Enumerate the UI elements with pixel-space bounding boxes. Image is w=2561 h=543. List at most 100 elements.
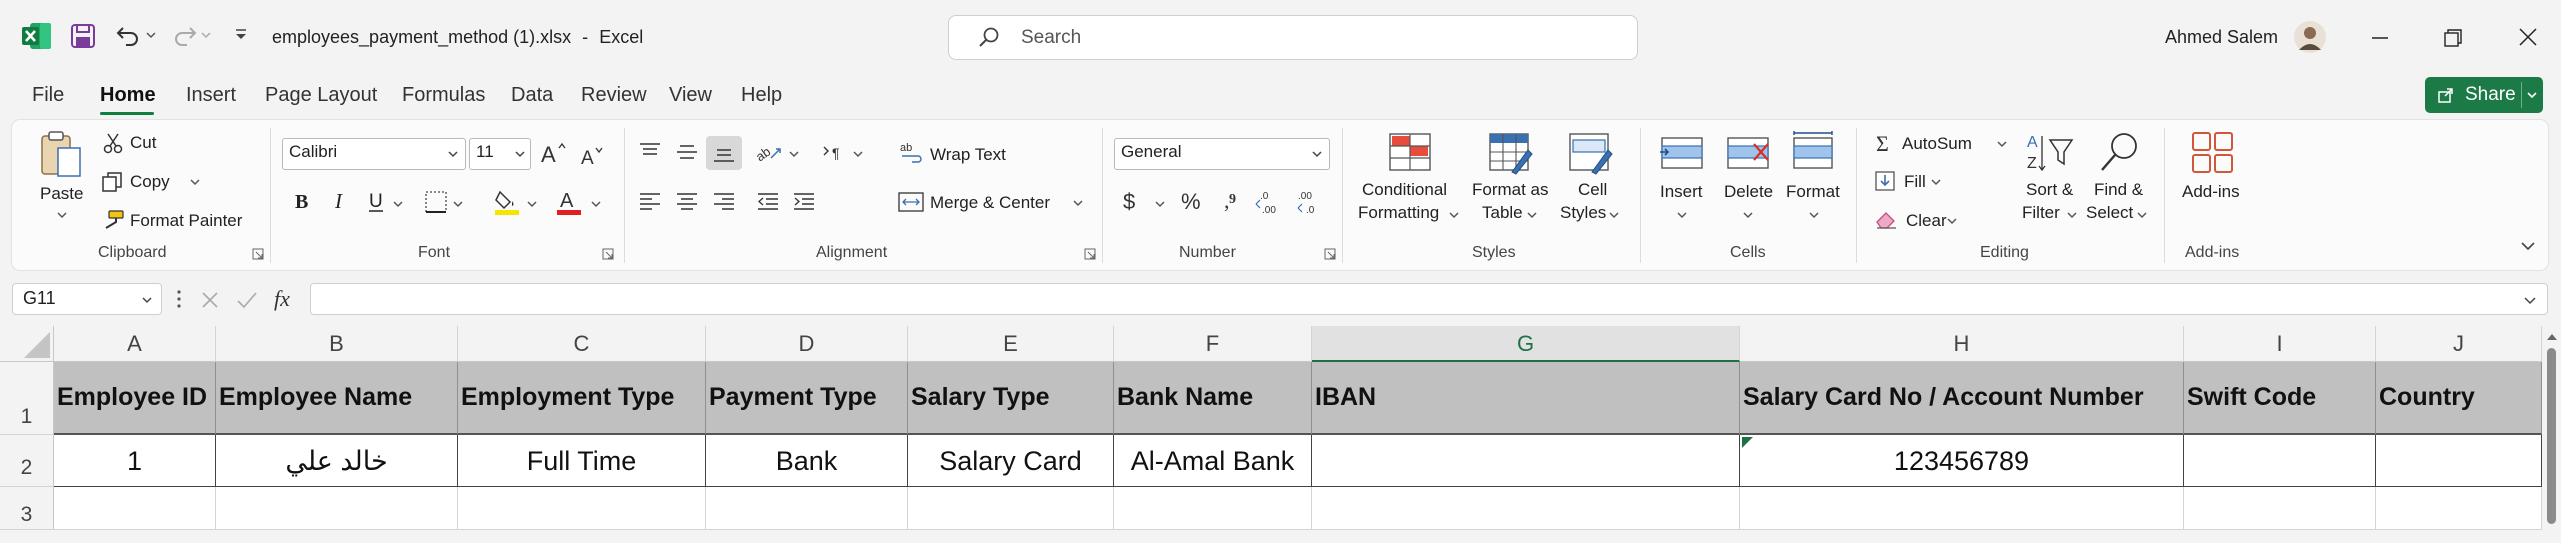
font-size-combo[interactable]: 11 <box>469 138 531 170</box>
format-painter-label[interactable]: Format Painter <box>130 211 242 231</box>
align-left-icon[interactable] <box>638 190 662 214</box>
cell-j1[interactable]: Country <box>2376 362 2542 435</box>
cell-i2[interactable] <box>2184 435 2376 487</box>
avatar[interactable] <box>2293 20 2327 54</box>
italic-icon[interactable]: I <box>330 190 350 212</box>
cell-c2[interactable]: Full Time <box>458 435 706 487</box>
align-right-icon[interactable] <box>712 190 736 214</box>
insert-cells-label[interactable]: Insert <box>1660 182 1703 202</box>
autosum-dropdown-icon[interactable] <box>1996 139 2008 149</box>
restore-icon[interactable] <box>2443 28 2463 48</box>
cell-f1[interactable]: Bank Name <box>1114 362 1312 435</box>
conditional-formatting-label-1[interactable]: Conditional <box>1362 180 1447 200</box>
clear-label[interactable]: Clear <box>1906 211 1947 231</box>
cell-c3[interactable] <box>458 487 706 530</box>
cell-i1[interactable]: Swift Code <box>2184 362 2376 435</box>
cell-a3[interactable] <box>54 487 216 530</box>
paste-label[interactable]: Paste <box>40 184 83 204</box>
cell-d1[interactable]: Payment Type <box>706 362 908 435</box>
align-center-icon[interactable] <box>675 190 699 214</box>
copy-dropdown-icon[interactable] <box>189 177 201 187</box>
cell-b1[interactable]: Employee Name <box>216 362 458 435</box>
minimize-icon[interactable] <box>2370 28 2390 48</box>
column-header-b[interactable]: B <box>216 326 458 362</box>
font-launcher-icon[interactable] <box>602 248 614 260</box>
conditional-formatting-label-2[interactable]: Formatting <box>1358 203 1439 223</box>
autosum-icon[interactable]: Σ <box>1874 132 1896 154</box>
sort-filter-label-2[interactable]: Filter <box>2022 203 2060 223</box>
bottom-align-button[interactable] <box>706 136 742 170</box>
cell-a2[interactable]: 1 <box>54 435 216 487</box>
column-header-d[interactable]: D <box>706 326 908 362</box>
clipboard-launcher-icon[interactable] <box>252 248 264 260</box>
cell-h1[interactable]: Salary Card No / Account Number <box>1740 362 2184 435</box>
column-header-g[interactable]: G <box>1312 326 1740 362</box>
find-select-dropdown-icon[interactable] <box>2136 210 2148 220</box>
confirm-entry-icon[interactable] <box>236 290 258 310</box>
cell-styles-label-1[interactable]: Cell <box>1578 180 1607 200</box>
sort-filter-label-1[interactable]: Sort & <box>2026 180 2073 200</box>
fill-color-icon[interactable] <box>494 188 520 216</box>
column-header-i[interactable]: I <box>2184 326 2376 362</box>
menu-page-layout[interactable]: Page Layout <box>265 84 377 107</box>
clear-icon[interactable] <box>1874 208 1898 230</box>
increase-font-icon[interactable]: A <box>540 140 566 166</box>
formula-input[interactable] <box>310 283 2548 315</box>
conditional-formatting-dropdown-icon[interactable] <box>1448 210 1460 220</box>
format-as-table-dropdown-icon[interactable] <box>1526 210 1538 220</box>
cell-styles-dropdown-icon[interactable] <box>1608 210 1620 220</box>
row-header-3[interactable]: 3 <box>0 487 54 530</box>
merge-center-dropdown-icon[interactable] <box>1072 198 1084 208</box>
decrease-indent-icon[interactable] <box>756 190 780 214</box>
format-cells-dropdown-icon[interactable] <box>1808 210 1820 220</box>
column-header-a[interactable]: A <box>54 326 216 362</box>
insert-function-icon[interactable]: fx <box>274 286 290 312</box>
add-ins-icon[interactable] <box>2190 130 2236 176</box>
underline-dropdown-icon[interactable] <box>392 199 404 209</box>
sort-filter-dropdown-icon[interactable] <box>2066 210 2078 220</box>
accounting-dropdown-icon[interactable] <box>1154 199 1166 209</box>
customize-toolbar-icon[interactable] <box>233 28 249 42</box>
autosum-label[interactable]: AutoSum <box>1902 134 1972 154</box>
collapse-ribbon-icon[interactable] <box>2520 240 2536 252</box>
close-icon[interactable] <box>2518 27 2538 47</box>
menu-formulas[interactable]: Formulas <box>402 84 485 107</box>
number-format-combo[interactable]: General <box>1114 138 1330 170</box>
borders-dropdown-icon[interactable] <box>452 199 464 209</box>
error-indicator-icon[interactable] <box>1742 437 1754 449</box>
clear-dropdown-icon[interactable] <box>1946 216 1958 226</box>
fill-color-dropdown-icon[interactable] <box>526 199 538 209</box>
copy-icon[interactable] <box>101 171 123 193</box>
sort-filter-icon[interactable]: AZ <box>2026 130 2074 176</box>
merge-center-icon[interactable] <box>898 190 924 214</box>
merge-center-label[interactable]: Merge & Center <box>930 193 1050 213</box>
font-name-dropdown-icon[interactable] <box>447 149 459 159</box>
cell-g2[interactable] <box>1312 435 1740 487</box>
redo-dropdown-icon[interactable] <box>200 30 212 40</box>
orientation-dropdown-icon[interactable] <box>788 149 800 159</box>
paste-dropdown-icon[interactable] <box>56 210 68 220</box>
cell-j2[interactable] <box>2376 435 2542 487</box>
row-header-2[interactable]: 2 <box>0 435 54 487</box>
cell-f3[interactable] <box>1114 487 1312 530</box>
search-box[interactable]: Search <box>948 15 1638 60</box>
find-select-icon[interactable] <box>2096 130 2142 176</box>
format-as-table-label-2[interactable]: Table <box>1482 203 1523 223</box>
insert-cells-dropdown-icon[interactable] <box>1676 210 1688 220</box>
scroll-thumb[interactable] <box>2547 348 2556 524</box>
cut-label[interactable]: Cut <box>130 133 156 153</box>
delete-cells-icon[interactable] <box>1724 132 1772 176</box>
underline-icon[interactable]: U <box>366 190 388 214</box>
wrap-text-label[interactable]: Wrap Text <box>930 145 1006 165</box>
name-box-dropdown-icon[interactable] <box>141 295 153 305</box>
borders-icon[interactable] <box>424 190 448 214</box>
increase-decimal-icon[interactable]: .0.00 <box>1254 188 1282 216</box>
format-as-table-label-1[interactable]: Format as <box>1472 180 1549 200</box>
decrease-font-icon[interactable]: A <box>580 144 604 168</box>
alignment-launcher-icon[interactable] <box>1084 248 1096 260</box>
format-cells-icon[interactable] <box>1790 128 1836 176</box>
font-size-dropdown-icon[interactable] <box>514 149 526 159</box>
menu-home[interactable]: Home <box>100 84 156 107</box>
menu-view[interactable]: View <box>669 84 712 107</box>
text-direction-icon[interactable]: ¶ <box>822 140 846 164</box>
